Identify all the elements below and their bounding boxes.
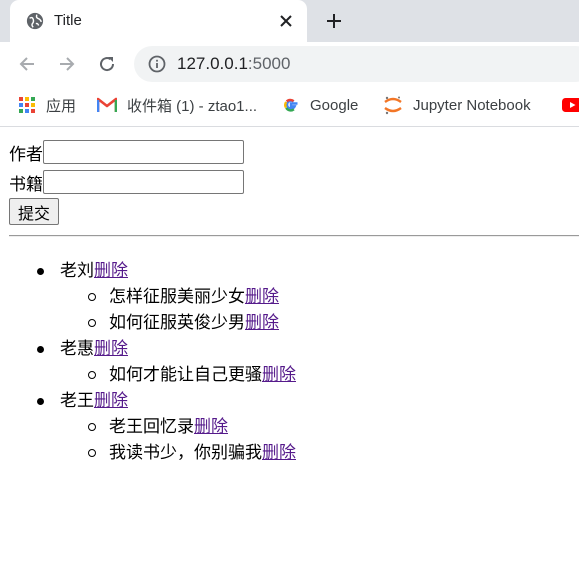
author-label: 作者 [9,144,43,165]
book-title: 老王回忆录 [109,417,194,437]
book-list: 老王回忆录删除 我读书少，你别骗我删除 [60,414,296,466]
url-text: 127.0.0.1:5000 [177,54,291,73]
close-tab-icon[interactable] [277,12,295,30]
book-item: 我读书少，你别骗我删除 [60,440,296,466]
bookmark-label: 应用 [46,97,77,115]
author-item: 老惠删除 如何才能让自己更骚删除 [0,336,296,388]
author-name: 老王 [60,391,94,411]
bookmark-label: Jupyter Notebook [413,96,531,114]
author-item: 老刘删除 怎样征服美丽少女删除 如何征服英俊少男删除 [0,258,296,336]
book-item: 如何才能让自己更骚删除 [60,362,296,388]
delete-book-link[interactable]: 删除 [245,313,279,333]
book-item: 如何征服英俊少男删除 [60,310,296,336]
bookmark-jupyter[interactable]: Jupyter Notebook [383,94,531,116]
delete-author-link[interactable]: 删除 [94,339,128,359]
book-label: 书籍 [9,174,43,195]
book-item: 怎样征服美丽少女删除 [60,284,296,310]
submit-button[interactable]: 提交 [9,198,60,225]
tab-strip: Title [0,0,579,42]
delete-book-link[interactable]: 删除 [262,443,296,463]
bookmark-apps[interactable]: 应用 [18,94,76,116]
delete-book-link[interactable]: 删除 [262,365,296,385]
page-content: 作者 书籍 提交 老刘删除 怎样征服美丽少女删除 如何征服英俊少男删除 老惠删除… [0,127,579,563]
author-input[interactable] [43,140,244,164]
delete-author-link[interactable]: 删除 [94,391,128,411]
browser-toolbar: 127.0.0.1:5000 [0,42,579,86]
address-bar[interactable]: 127.0.0.1:5000 [134,46,579,82]
delete-book-link[interactable]: 删除 [245,287,279,307]
book-title: 如何才能让自己更骚 [109,365,262,385]
bookmark-label: 收件箱 (1) - ztao1... [127,97,258,115]
back-arrow-icon[interactable] [17,54,37,74]
book-item: 老王回忆录删除 [60,414,296,440]
author-item: 老王删除 老王回忆录删除 我读书少，你别骗我删除 [0,388,296,466]
new-tab-plus-icon[interactable] [325,12,343,30]
book-list: 如何才能让自己更骚删除 [60,362,296,388]
bookmark-youtube[interactable] [562,94,579,116]
youtube-icon [562,98,579,112]
book-field-row: 书籍 [9,168,244,196]
book-list: 怎样征服美丽少女删除 如何征服英俊少男删除 [60,284,296,336]
site-info-icon[interactable] [148,55,166,73]
browser-tab-active[interactable]: Title [10,0,307,42]
bookmark-label: Google [310,96,359,114]
book-title: 我读书少，你别骗我 [109,443,262,463]
book-title: 如何征服英俊少男 [109,313,245,333]
globe-icon [26,12,44,30]
book-input[interactable] [43,170,244,194]
delete-book-link[interactable]: 删除 [194,417,228,437]
author-name: 老刘 [60,261,94,281]
gmail-icon [97,97,117,112]
delete-author-link[interactable]: 删除 [94,261,128,281]
book-title: 怎样征服美丽少女 [109,287,245,307]
reload-icon[interactable] [97,54,117,74]
jupyter-icon [384,96,402,115]
divider [9,235,579,237]
bookmark-gmail[interactable]: 收件箱 (1) - ztao1... [97,94,257,116]
forward-arrow-icon[interactable] [57,54,77,74]
bookmark-google[interactable]: Google [282,94,358,116]
google-icon [284,98,298,112]
bookmarks-bar: 应用 收件箱 (1) - ztao1... Google Jupyter Not… [0,86,579,127]
author-list: 老刘删除 怎样征服美丽少女删除 如何征服英俊少男删除 老惠删除 如何才能让自己更… [0,258,296,466]
author-field-row: 作者 [9,138,244,166]
author-name: 老惠 [60,339,94,359]
apps-grid-icon [19,97,35,113]
tab-title: Title [54,12,82,29]
